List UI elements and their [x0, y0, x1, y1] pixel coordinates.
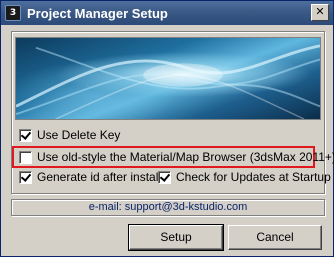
old-style-browser-label: Use old-style the Material/Map Browser (…	[37, 150, 334, 164]
close-icon: ✕	[315, 5, 325, 18]
generate-id-label: Generate id after install	[37, 170, 162, 184]
use-delete-key-label: Use Delete Key	[37, 128, 121, 142]
banner-swirl-graphic	[16, 44, 320, 119]
title-bar[interactable]: 3 Project Manager Setup ✕	[1, 1, 333, 25]
close-button[interactable]: ✕	[311, 4, 329, 21]
use-delete-key-checkbox[interactable]	[19, 128, 32, 142]
setup-button[interactable]: Setup	[128, 224, 224, 251]
window-title: Project Manager Setup	[27, 5, 168, 21]
old-style-browser-checkbox[interactable]	[19, 150, 32, 164]
check-updates-checkbox[interactable]	[158, 170, 171, 184]
option-old-style-browser[interactable]: Use old-style the Material/Map Browser (…	[19, 149, 334, 165]
3dsmax-app-icon: 3	[5, 5, 21, 21]
option-check-updates[interactable]: Check for Updates at Startup	[158, 169, 331, 185]
check-updates-label: Check for Updates at Startup	[176, 170, 331, 184]
option-generate-id[interactable]: Generate id after install	[19, 169, 161, 185]
project-manager-setup-window: 3 Project Manager Setup ✕ Use Delete Key…	[0, 0, 334, 257]
support-email-link[interactable]: e-mail: support@3d-kstudio.com	[11, 199, 325, 216]
cancel-button[interactable]: Cancel	[228, 225, 322, 250]
option-use-delete-key[interactable]: Use Delete Key	[19, 127, 120, 143]
generate-id-checkbox[interactable]	[19, 170, 32, 184]
banner-image	[15, 37, 321, 120]
